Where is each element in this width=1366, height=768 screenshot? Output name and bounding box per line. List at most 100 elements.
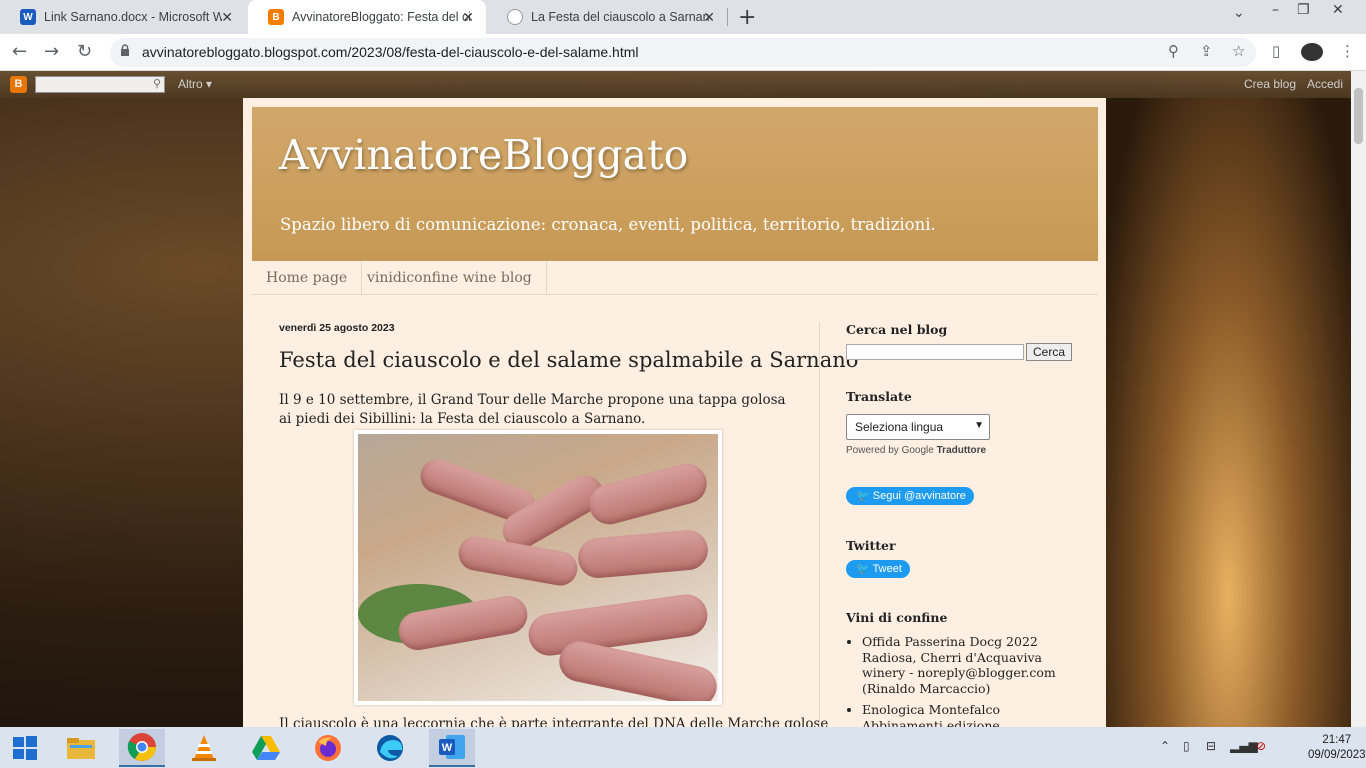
folder-icon [67,738,95,759]
windows-logo-icon [13,736,37,760]
tab-title: La Festa del ciauscolo a Sarnano [531,10,709,24]
blog-title[interactable]: AvvinatoreBloggato [279,131,688,179]
blogger-navbar: B ⚲ Altro ▾ Crea blog Accedi [0,71,1351,98]
chrome-icon [127,733,156,761]
blogger-logo-icon[interactable]: B [10,76,27,93]
google-drive-taskbar-button[interactable] [243,729,289,767]
page-icon [507,9,523,25]
start-button[interactable] [2,729,48,767]
minimize-icon[interactable]: – [1272,2,1279,18]
post-paragraph: Il ciauscolo è una leccornia che è parte… [279,716,829,727]
address-bar[interactable]: avvinatorebloggato.blogspot.com/2023/08/… [110,38,1256,67]
taskbar-clock[interactable]: 21:47 09/09/2023 [1308,733,1366,763]
translate-widget-title: Translate [846,389,912,404]
web-page: B ⚲ Altro ▾ Crea blog Accedi AvvinatoreB… [0,71,1351,727]
language-select-value: Seleziona lingua [855,420,944,434]
restore-icon[interactable]: ❐ [1297,2,1310,18]
zoom-icon[interactable]: ⚲ [1168,42,1179,60]
close-tab-icon[interactable]: ✕ [462,9,474,26]
chevron-down-icon: ▼ [974,420,984,431]
twitter-bird-icon: 🐦 [856,563,870,575]
post-date: venerdì 25 agosto 2023 [279,322,395,334]
tweet-label: Tweet [872,563,902,575]
close-tab-icon[interactable]: ✕ [221,9,233,26]
close-tab-icon[interactable]: ✕ [703,9,715,26]
blog-header: AvvinatoreBloggato Spazio libero di comu… [252,107,1098,261]
browser-tab-bar: W Link Sarnano.docx - Microsoft Word ✕ B… [0,0,1366,34]
reload-icon[interactable]: ↻ [77,41,92,62]
file-explorer-button[interactable] [58,729,104,767]
ciauscolo-image [358,434,718,701]
clock-time: 21:47 [1322,734,1352,746]
bookmark-star-icon[interactable]: ☆ [1232,42,1245,60]
vlc-taskbar-button[interactable] [181,729,227,767]
search-button[interactable]: Cerca [1026,343,1072,361]
vlc-cone-icon [192,735,216,761]
vini-widget-title: Vini di confine [846,610,948,625]
accedi-link[interactable]: Accedi [1307,77,1343,91]
photo-sausage [555,637,718,701]
svg-text:W: W [442,742,453,754]
tab-word-document[interactable]: W Link Sarnano.docx - Microsoft Word ✕ [0,0,245,34]
firefox-taskbar-button[interactable] [305,729,351,767]
tab-title: AvvinatoreBloggato: Festa del ciauscolo [292,10,470,24]
powered-label: Powered by [846,445,899,456]
post-intro: Il 9 e 10 settembre, il Grand Tour delle… [279,392,786,427]
blog-tabs: Home page vinidiconfine wine blog [252,261,1098,295]
google-logo[interactable]: Google [902,445,934,456]
word-icon: W [20,9,36,25]
altro-menu[interactable]: Altro ▾ [178,77,212,91]
crea-blog-link[interactable]: Crea blog [1244,77,1296,91]
chrome-taskbar-button[interactable] [119,729,165,767]
show-hidden-icons[interactable]: ⌃ [1160,739,1170,753]
device-icon[interactable]: ▯ [1183,739,1190,753]
browser-toolbar: ← → ↻ avvinatorebloggato.blogspot.com/20… [0,34,1366,71]
blog-search-input[interactable] [846,344,1024,360]
forward-icon[interactable]: → [44,41,59,62]
list-item[interactable]: Offida Passerina Docg 2022 Radiosa, Cher… [862,634,1082,696]
translator-link[interactable]: Traduttore [937,445,986,456]
tab-blog[interactable]: B AvvinatoreBloggato: Festa del ciauscol… [248,0,486,34]
side-panel-icon[interactable]: ▯ [1272,42,1280,60]
tab-home-page[interactable]: Home page [252,261,363,295]
share-icon[interactable]: ⇪ [1200,42,1213,60]
page-scrollbar[interactable] [1351,71,1366,727]
url-text: avvinatorebloggato.blogspot.com/2023/08/… [142,44,639,60]
close-window-icon[interactable]: ✕ [1332,2,1344,18]
new-tab-icon[interactable]: + [738,5,756,30]
tab-title: Link Sarnano.docx - Microsoft Word [44,10,222,24]
language-select[interactable]: Seleziona lingua ▼ [846,414,990,440]
volume-muted-icon[interactable]: ⊘ [1256,739,1266,753]
photo-sausage [584,459,712,529]
network-adapter-icon[interactable]: ⊟ [1206,739,1216,753]
tab-sarnano[interactable]: La Festa del ciauscolo a Sarnano ✕ [487,0,727,34]
signal-strength-icon[interactable]: ▂▄▆ [1230,739,1258,753]
list-item[interactable]: Enologica Montefalco Abbinamenti edizion… [862,702,1082,727]
blog-description: Spazio libero di comunicazione: cronaca,… [280,215,936,234]
vini-list: Offida Passerina Docg 2022 Radiosa, Cher… [862,634,1082,727]
photo-sausage [576,528,710,580]
twitter-widget-title: Twitter [846,538,896,553]
tab-search-icon[interactable]: ⌄ [1233,5,1245,21]
word-icon: W [439,735,465,759]
powered-by-google: Powered by Google Traduttore [846,445,986,456]
follow-label: Segui @avvinatore [872,490,966,502]
edge-taskbar-button[interactable] [367,729,413,767]
post-photo[interactable] [354,430,722,705]
scrollbar-thumb[interactable] [1354,88,1363,144]
clock-date: 09/09/2023 [1308,749,1366,761]
search-icon[interactable]: ⚲ [153,77,161,90]
search-widget-title: Cerca nel blog [846,322,948,337]
tab-vinidiconfine[interactable]: vinidiconfine wine blog [353,261,547,295]
post-title[interactable]: Festa del ciauscolo e del salame spalmab… [279,348,858,372]
menu-icon[interactable]: ⋮ [1340,42,1355,60]
firefox-icon [315,735,341,761]
word-taskbar-button[interactable]: W [429,729,475,767]
navbar-search-input[interactable]: ⚲ [35,76,165,93]
twitter-follow-button[interactable]: 🐦 Segui @avvinatore [846,487,974,505]
google-drive-icon [252,736,280,760]
column-divider [819,322,820,727]
profile-avatar[interactable] [1301,43,1323,61]
tweet-button[interactable]: 🐦 Tweet [846,560,910,578]
back-icon[interactable]: ← [12,41,27,62]
